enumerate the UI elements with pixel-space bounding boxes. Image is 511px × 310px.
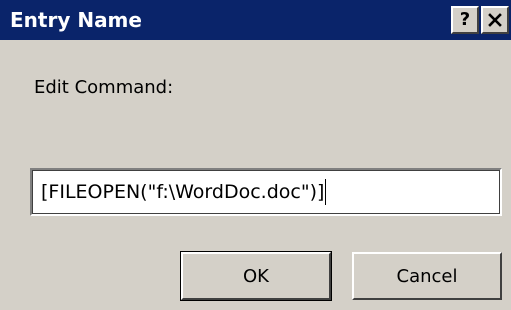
cancel-button[interactable]: Cancel xyxy=(352,252,502,300)
command-input-value: [FILEOPEN("f:\WordDoc.doc")] xyxy=(41,181,325,203)
help-icon: ? xyxy=(459,9,471,30)
command-input[interactable]: [FILEOPEN("f:\WordDoc.doc")] xyxy=(30,168,502,216)
close-icon xyxy=(488,13,502,27)
edit-command-label: Edit Command: xyxy=(34,77,174,98)
text-caret xyxy=(325,179,327,205)
window-title: Entry Name xyxy=(10,8,142,32)
entry-name-dialog: Entry Name ? Edit Command: [FILEOPEN("f:… xyxy=(0,0,511,310)
ok-button[interactable]: OK xyxy=(180,251,332,301)
help-button[interactable]: ? xyxy=(451,6,479,34)
title-bar[interactable]: Entry Name ? xyxy=(0,0,511,40)
close-button[interactable] xyxy=(481,6,509,34)
